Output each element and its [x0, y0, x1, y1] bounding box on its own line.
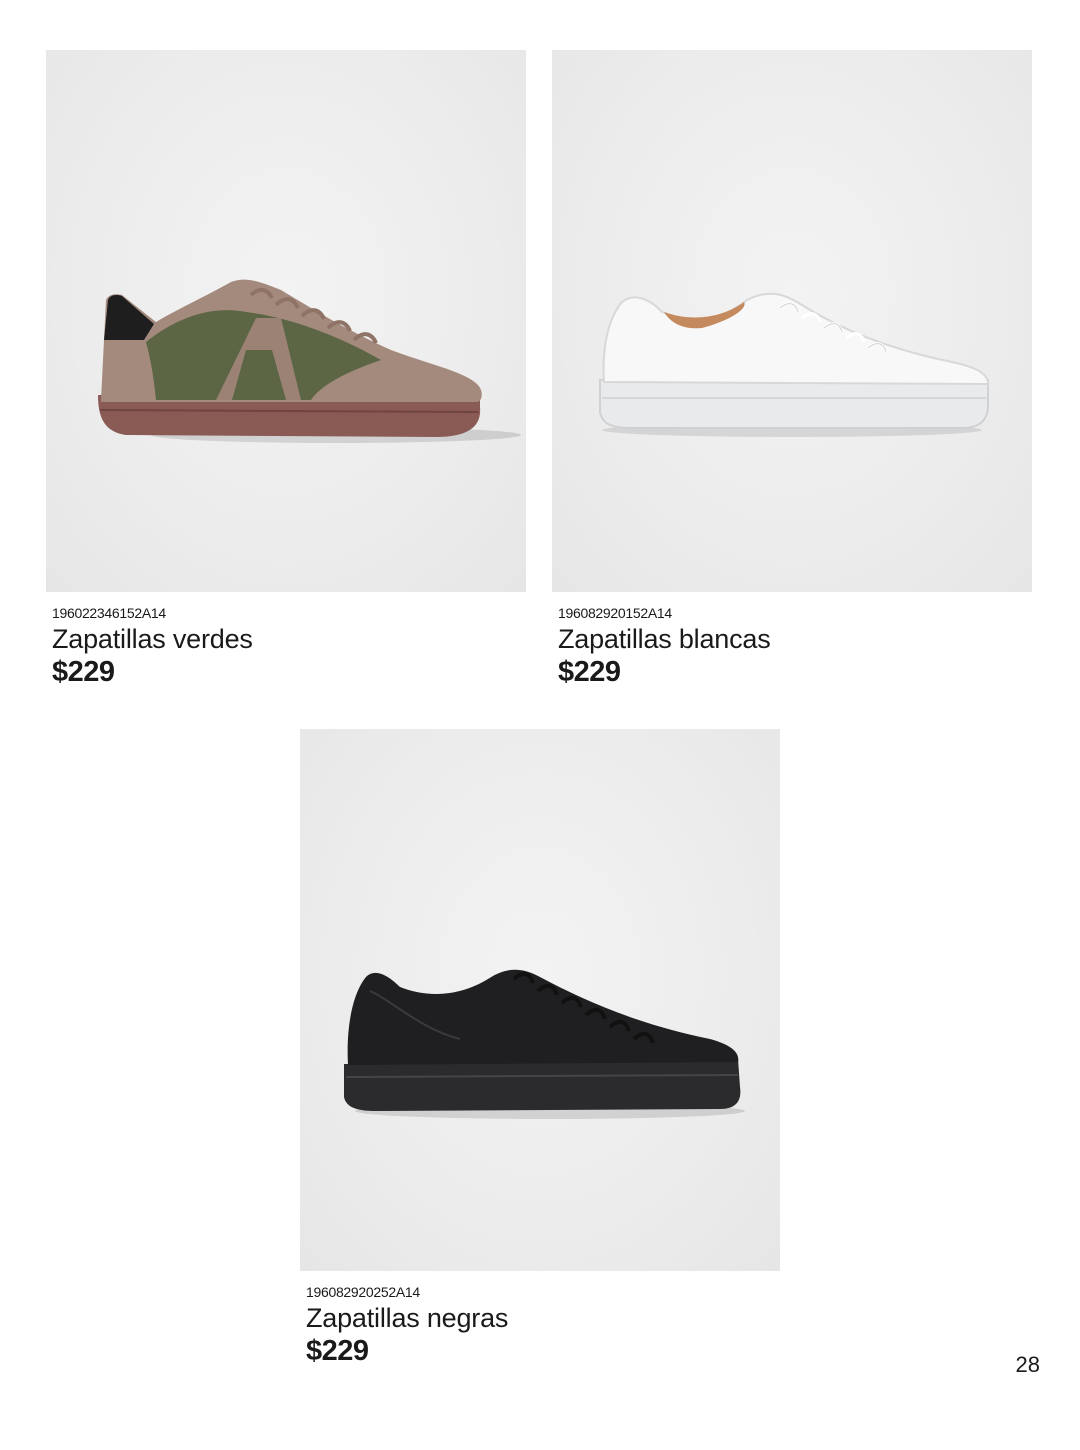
product-info: 196082920252A14 Zapatillas negras $229 — [300, 1284, 780, 1368]
product-name[interactable]: Zapatillas verdes — [52, 623, 526, 655]
product-price: $229 — [52, 656, 115, 688]
product-card[interactable]: 196082920152A14 Zapatillas blancas $229 — [552, 50, 1032, 689]
product-card[interactable]: 196022346152A14 Zapatillas verdes $229 — [46, 50, 526, 689]
product-card[interactable]: 196082920252A14 Zapatillas negras $229 — [300, 729, 780, 1368]
black-sneaker-illustration — [344, 969, 745, 1119]
product-price: $229 — [306, 1335, 369, 1367]
product-image-black-sneaker[interactable] — [300, 729, 780, 1271]
product-info: 196022346152A14 Zapatillas verdes $229 — [46, 605, 526, 689]
product-price: $229 — [558, 656, 621, 688]
green-sneaker-illustration — [98, 279, 521, 443]
product-info: 196082920152A14 Zapatillas blancas $229 — [552, 605, 1032, 689]
product-name[interactable]: Zapatillas negras — [306, 1302, 780, 1334]
product-sku: 196082920252A14 — [306, 1284, 420, 1300]
product-sku: 196082920152A14 — [558, 605, 672, 621]
white-sneaker-illustration — [599, 292, 990, 437]
product-image-white-sneaker[interactable] — [552, 50, 1032, 592]
product-sku: 196022346152A14 — [52, 605, 166, 621]
product-image-green-sneaker[interactable] — [46, 50, 526, 592]
page-number: 28 — [1015, 1352, 1040, 1377]
product-name[interactable]: Zapatillas blancas — [558, 623, 1032, 655]
